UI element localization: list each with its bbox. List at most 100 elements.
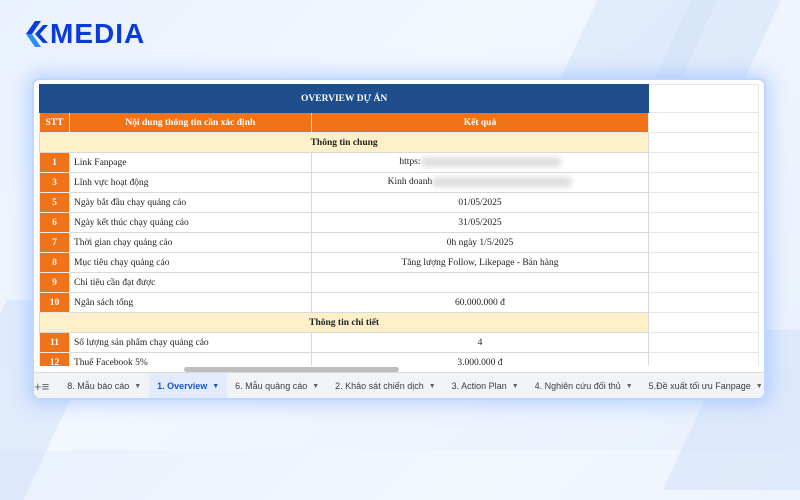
row-number-cell[interactable]: 3 [39,172,70,193]
sheet-tab-label: 8. Mẫu báo cáo [67,381,130,391]
sheet-tab[interactable]: 4. Nghiên cứu đối thủ ▼ [527,373,641,398]
result-cell[interactable]: Tăng lượng Follow, Likepage - Bán hàng [310,252,650,273]
header-content[interactable]: Nội dung thông tin cần xác định [68,112,312,133]
content-cell[interactable]: Chỉ tiêu cần đạt được [68,272,312,293]
result-cell[interactable]: https: [310,152,650,173]
content-cell[interactable]: Mục tiêu chạy quảng cáo [68,252,312,273]
caret-down-icon[interactable]: ▼ [626,383,633,390]
content-cell[interactable]: Link Fanpage [68,152,312,173]
table-row: 12 Thuế Facebook 5% 3.000.000 đ [39,352,759,367]
row-number-cell[interactable]: 11 [39,332,70,353]
result-cell[interactable]: 01/05/2025 [310,192,650,213]
row-number-cell[interactable]: 9 [39,272,70,293]
plus-icon[interactable]: + [34,379,42,394]
brand-name: MEDIA [50,18,146,49]
sheet-tab-label: 1. Overview [157,381,208,391]
table-row: 11 Số lượng sản phẩm chạy quảng cáo 4 [39,332,759,353]
content-cell[interactable]: Lĩnh vực hoạt động [68,172,312,193]
table-row: 3 Lĩnh vực hoạt động Kinh doanh [39,172,759,193]
sheet-tab[interactable]: 8. Mẫu báo cáo ▼ [59,373,149,398]
result-cell[interactable]: 31/05/2025 [310,212,650,233]
table-row: 9 Chỉ tiêu cần đạt được [39,272,759,293]
caret-down-icon[interactable]: ▼ [212,383,219,390]
result-text: 60.000.000 đ [455,297,505,308]
result-text: Tăng lượng Follow, Likepage - Bán hàng [401,257,559,268]
spreadsheet-window: OVERVIEW DỰ ÁN STT Nội dung thông tin cầ… [34,80,764,398]
table-title[interactable]: OVERVIEW DỰ ÁN [39,84,650,113]
result-cell[interactable]: 3.000.000 đ [310,352,650,367]
caret-down-icon[interactable]: ▼ [512,383,519,390]
empty-cell[interactable] [648,192,759,213]
sheet-tab-label: 6. Mẫu quảng cáo [235,381,308,391]
caret-down-icon[interactable]: ▼ [756,383,763,390]
row-number-cell[interactable]: 6 [39,212,70,233]
result-text: 0h ngày 1/5/2025 [446,237,514,248]
empty-cell[interactable] [648,272,759,293]
empty-cell[interactable] [648,212,759,233]
row-number-cell[interactable]: 10 [39,292,70,313]
empty-cell[interactable] [648,172,759,193]
result-text: 4 [477,337,483,348]
content-cell[interactable]: Ngày kết thúc chạy quảng cáo [68,212,312,233]
sheet-tab-bar: + ≡ 8. Mẫu báo cáo ▼ 1. Overview ▼ 6. Mẫu qu… [34,372,764,398]
result-cell[interactable]: Kinh doanh [310,172,650,193]
result-cell[interactable] [310,272,650,293]
redacted-blur [420,157,561,168]
content-cell[interactable]: Ngân sách tổng [68,292,312,313]
result-text: Kinh doanh [387,177,433,188]
row-number-cell[interactable]: 12 [39,352,70,366]
redacted-blur [432,177,573,188]
brand-logo: MEDIA [26,18,145,50]
header-stt[interactable]: STT [39,112,70,133]
result-cell[interactable]: 0h ngày 1/5/2025 [310,232,650,253]
sheet-tab[interactable]: 6. Mẫu quảng cáo ▼ [227,373,327,398]
content-cell[interactable]: Số lượng sản phẩm chạy quảng cáo [68,332,312,353]
row-number-cell[interactable]: 5 [39,192,70,213]
caret-down-icon[interactable]: ▼ [134,383,141,390]
empty-cell[interactable] [648,84,759,113]
result-text: 31/05/2025 [458,217,502,228]
empty-cell[interactable] [648,132,759,153]
hamburger-icon[interactable]: ≡ [42,379,50,394]
row-number-cell[interactable]: 7 [39,232,70,253]
sheet-tab[interactable]: 1. Overview ▼ [149,373,228,398]
result-text: 01/05/2025 [458,197,502,208]
empty-cell[interactable] [648,152,759,173]
sheet-tab[interactable]: 5.Đề xuất tối ưu Fanpage ▼ [641,373,764,398]
result-cell[interactable]: 4 [310,332,650,353]
empty-cell[interactable] [648,332,759,353]
row-number-cell[interactable]: 1 [39,152,70,173]
caret-down-icon[interactable]: ▼ [429,383,436,390]
table-row: 10 Ngân sách tổng 60.000.000 đ [39,292,759,313]
result-text: https: [399,157,421,168]
content-cell[interactable]: Ngày bắt đầu chạy quảng cáo [68,192,312,213]
header-result[interactable]: Kết quả [310,112,650,133]
empty-cell[interactable] [648,232,759,253]
table-row: 1 Link Fanpage https: [39,152,759,173]
empty-cell[interactable] [648,352,759,366]
sheet-tab-label: 2. Khảo sát chiến dịch [335,381,424,391]
content-cell[interactable]: Thuế Facebook 5% [68,352,312,366]
table-row: 8 Mục tiêu chạy quảng cáo Tăng lượng Follo… [39,252,759,273]
empty-cell[interactable] [648,292,759,313]
result-text: 3.000.000 đ [457,357,503,367]
empty-cell[interactable] [648,252,759,273]
brand-k-icon [26,21,48,47]
sheet-tab[interactable]: 3. Action Plan ▼ [444,373,527,398]
empty-cell[interactable] [648,312,759,333]
result-cell[interactable]: 60.000.000 đ [310,292,650,313]
overview-table: OVERVIEW DỰ ÁN STT Nội dung thông tin cầ… [39,84,759,366]
section-heading[interactable]: Thông tin chung [39,132,650,153]
section-heading[interactable]: Thông tin chi tiết [39,312,650,333]
sheet-tab[interactable]: 2. Khảo sát chiến dịch ▼ [327,373,444,398]
sheet-tab-label: 4. Nghiên cứu đối thủ [534,381,621,391]
table-row: 6 Ngày kết thúc chạy quảng cáo 31/05/2025 [39,212,759,233]
row-number-cell[interactable]: 8 [39,252,70,273]
empty-cell[interactable] [648,112,759,133]
table-row: 7 Thời gian chạy quảng cáo 0h ngày 1/5/202… [39,232,759,253]
spreadsheet-grid: OVERVIEW DỰ ÁN STT Nội dung thông tin cầ… [39,84,759,366]
content-cell[interactable]: Thời gian chạy quảng cáo [68,232,312,253]
sheet-tab-label: 3. Action Plan [451,381,507,391]
caret-down-icon[interactable]: ▼ [312,383,319,390]
sheet-tabs: 8. Mẫu báo cáo ▼ 1. Overview ▼ 6. Mẫu quảng … [59,373,764,398]
